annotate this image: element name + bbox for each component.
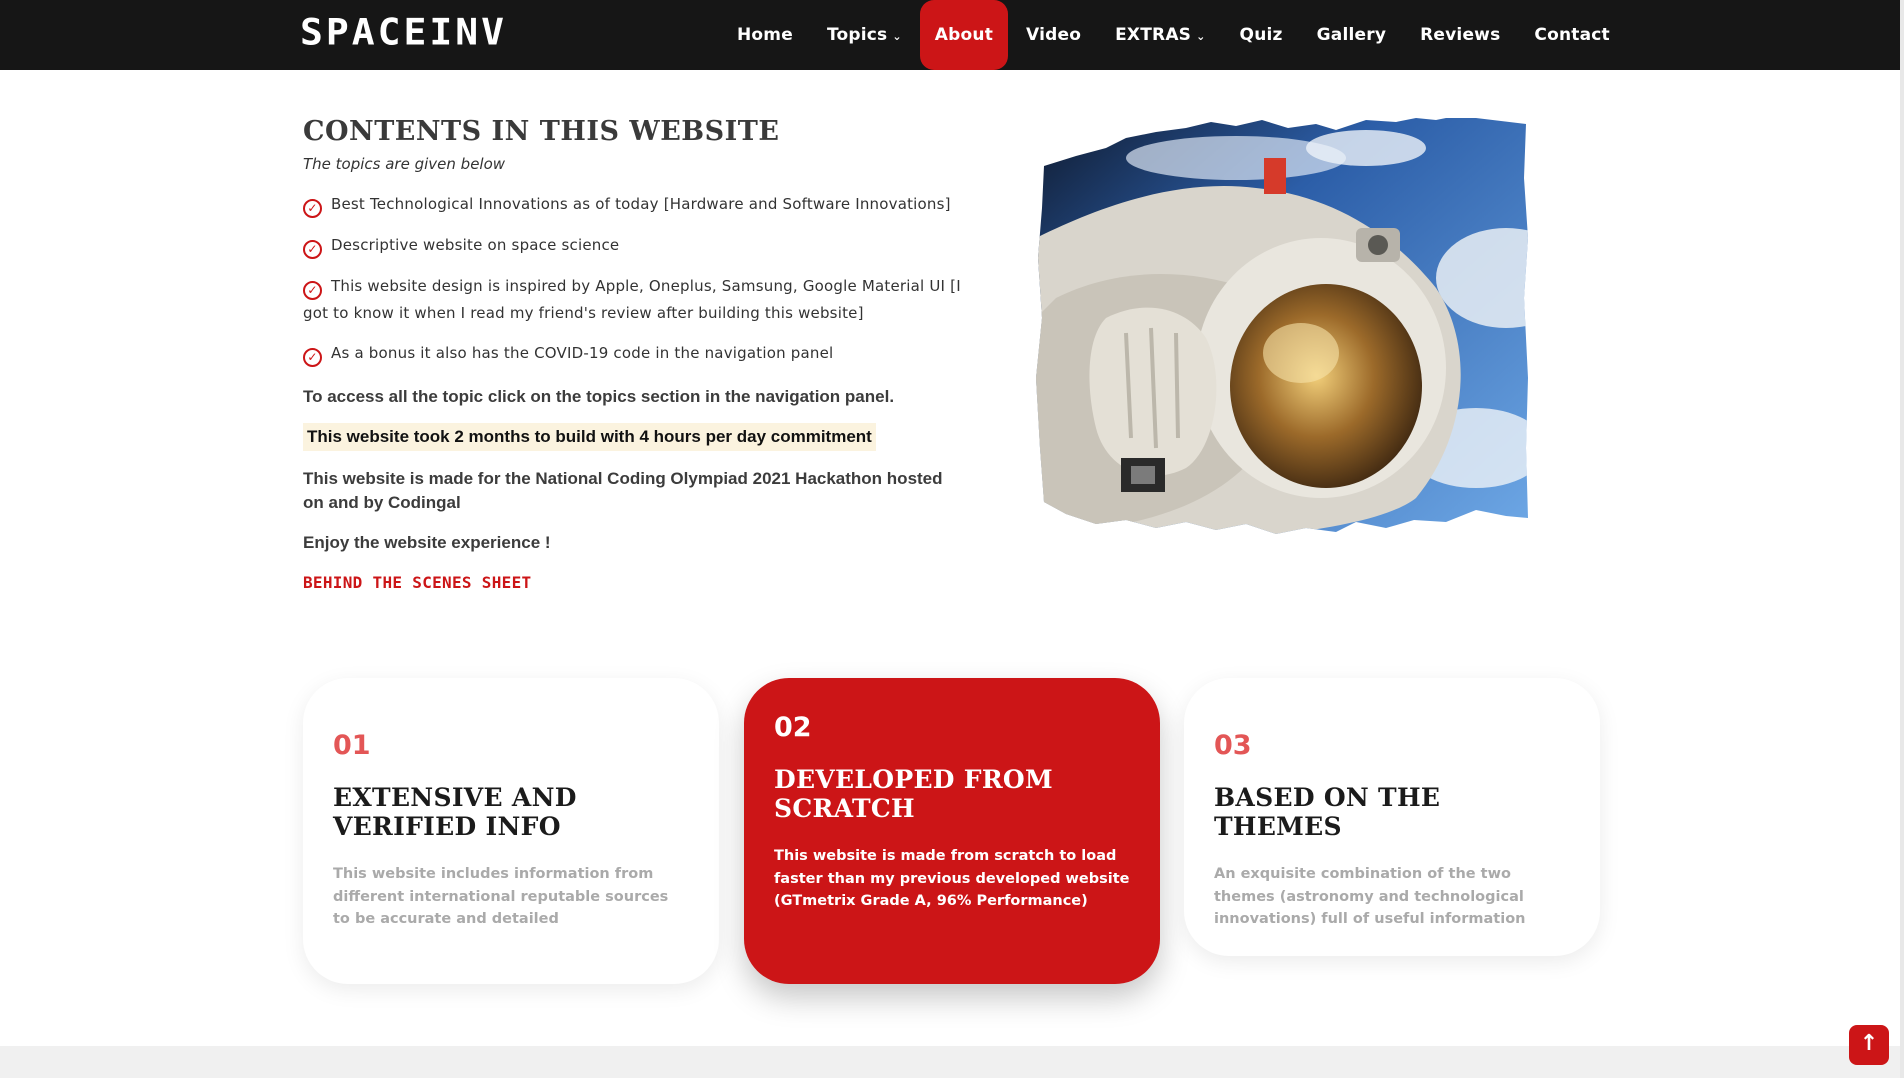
nav-item-video[interactable]: Video bbox=[1010, 0, 1097, 70]
check-circle-icon: ✓ bbox=[303, 348, 322, 367]
contents-subtitle: The topics are given below bbox=[303, 155, 506, 173]
check-circle-icon: ✓ bbox=[303, 240, 322, 259]
card-title: Extensive and verified info bbox=[333, 783, 577, 841]
feature-card-2: 02 Developed from scratch This website i… bbox=[744, 678, 1160, 984]
feature-card-3: 03 Based on the themes An exquisite comb… bbox=[1184, 678, 1600, 956]
footer-strip bbox=[0, 1046, 1900, 1078]
topic-text: As a bonus it also has the COVID-19 code… bbox=[331, 344, 834, 362]
nav-item-label: EXTRAS bbox=[1115, 25, 1192, 45]
nav-item-quiz[interactable]: Quiz bbox=[1224, 0, 1299, 70]
nav-item-topics[interactable]: Topics ⌄ bbox=[811, 0, 918, 70]
nav-item-label: About bbox=[934, 25, 994, 45]
card-text: This website includes information from d… bbox=[333, 866, 669, 927]
navbar: SPACEINV Home Topics ⌄ About Video EXTRAS… bbox=[0, 0, 1904, 70]
topic-list: ✓ Best Technological Innovations as of to… bbox=[303, 191, 963, 367]
nav-item-label: Gallery bbox=[1316, 25, 1387, 45]
nav-menu: Home Topics ⌄ About Video EXTRAS ⌄ Quiz Ga… bbox=[720, 0, 1627, 70]
card-text: This website is made from scratch to loa… bbox=[774, 848, 1130, 909]
page-scrollbar[interactable] bbox=[1900, 0, 1904, 1078]
card-number: 02 bbox=[774, 712, 812, 743]
arrow-up-icon: ↑ bbox=[1859, 1031, 1879, 1056]
access-text: To access all the topic click on the top… bbox=[303, 387, 895, 406]
astronaut-image bbox=[1036, 118, 1528, 534]
list-item: ✓ Descriptive website on space science bbox=[303, 232, 963, 259]
hackathon-text: This website is made for the National Co… bbox=[303, 469, 943, 512]
card-title: Developed from scratch bbox=[774, 765, 1053, 823]
check-circle-icon: ✓ bbox=[303, 199, 322, 218]
card-title: Based on the themes bbox=[1214, 783, 1441, 841]
topic-text: Descriptive website on space science bbox=[331, 236, 620, 254]
nav-item-about[interactable]: About bbox=[919, 0, 1009, 70]
build-time-highlight: This website took 2 months to build with… bbox=[303, 423, 876, 451]
nav-item-label: Reviews bbox=[1420, 25, 1501, 45]
enjoy-text: Enjoy the website experience ! bbox=[303, 533, 551, 552]
contents-title: Contents in this website bbox=[303, 116, 780, 147]
card-number: 03 bbox=[1214, 730, 1252, 761]
card-number: 01 bbox=[333, 730, 371, 761]
back-to-top-button[interactable]: ↑ bbox=[1849, 1025, 1889, 1065]
contents-section: Contents in this website The topics are … bbox=[303, 116, 963, 592]
nav-item-label: Topics bbox=[826, 25, 888, 45]
site-logo[interactable]: SPACEINV bbox=[300, 11, 507, 53]
card-text: An exquisite combination of the two them… bbox=[1214, 866, 1526, 927]
nav-item-extras[interactable]: EXTRAS ⌄ bbox=[1099, 0, 1221, 70]
list-item: ✓ As a bonus it also has the COVID-19 cod… bbox=[303, 340, 963, 367]
list-item: ✓ This website design is inspired by Appl… bbox=[303, 273, 963, 326]
nav-item-label: Contact bbox=[1534, 25, 1610, 45]
nav-item-contact[interactable]: Contact bbox=[1518, 0, 1625, 70]
check-circle-icon: ✓ bbox=[303, 281, 322, 300]
nav-item-label: Home bbox=[737, 25, 793, 45]
topic-text: This website design is inspired by Apple… bbox=[303, 277, 961, 322]
feature-card-1: 01 Extensive and verified info This webs… bbox=[303, 678, 719, 984]
behind-the-scenes-link[interactable]: Behind the scenes sheet bbox=[303, 573, 963, 592]
chevron-down-icon: ⌄ bbox=[1196, 29, 1206, 43]
nav-item-label: Video bbox=[1026, 25, 1082, 45]
nav-item-label: Quiz bbox=[1239, 25, 1283, 45]
chevron-down-icon: ⌄ bbox=[892, 29, 902, 43]
nav-item-reviews[interactable]: Reviews bbox=[1404, 0, 1516, 70]
list-item: ✓ Best Technological Innovations as of to… bbox=[303, 191, 963, 218]
nav-item-home[interactable]: Home bbox=[721, 0, 809, 70]
nav-item-gallery[interactable]: Gallery bbox=[1301, 0, 1402, 70]
topic-text: Best Technological Innovations as of tod… bbox=[331, 195, 951, 213]
